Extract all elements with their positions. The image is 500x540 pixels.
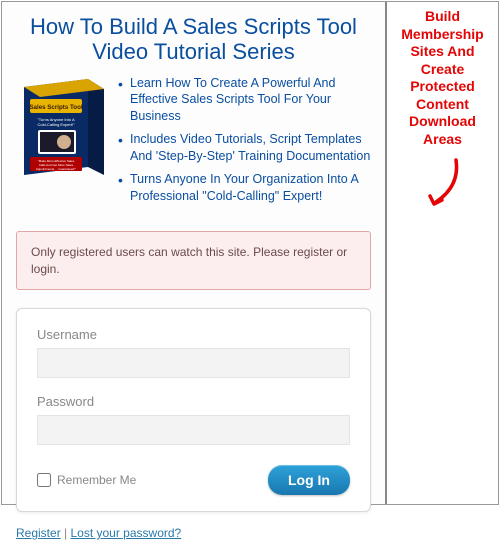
footer-links: Register | Lost your password? [16,526,371,540]
page-title: How To Build A Sales Scripts Tool Video … [16,14,371,65]
title-line-1: How To Build A Sales Scripts Tool [30,14,357,39]
login-form: Username Password Remember Me Log In [16,308,371,512]
annotation-panel: Build Membership Sites And Create Protec… [387,2,498,504]
bullet-item: Learn How To Create A Powerful And Effec… [118,75,371,126]
password-label: Password [37,394,350,409]
login-row: Remember Me Log In [37,465,350,495]
title-line-2: Video Tutorial Series [92,39,295,64]
arrow-icon [391,156,494,216]
product-box-image: Sales Scripts Tool "Turns Anyone Into A … [16,75,108,180]
username-input[interactable] [37,348,350,378]
callout-text: Build Membership Sites And Create Protec… [391,8,494,148]
lost-password-link[interactable]: Lost your password? [70,526,181,540]
feature-bullets: Learn How To Create A Powerful And Effec… [118,75,371,211]
password-input[interactable] [37,415,350,445]
bullet-item: Includes Video Tutorials, Script Templat… [118,131,371,165]
link-separator: | [61,526,71,540]
remember-me[interactable]: Remember Me [37,473,136,487]
register-link[interactable]: Register [16,526,61,540]
svg-text:Cold-Calling Expert!": Cold-Calling Expert!" [38,122,76,127]
login-button[interactable]: Log In [268,465,350,495]
remember-label: Remember Me [57,473,136,487]
remember-checkbox[interactable] [37,473,51,487]
svg-text:Appointments ... Guaranteed!": Appointments ... Guaranteed!" [36,167,76,171]
hero-row: Sales Scripts Tool "Turns Anyone Into A … [16,75,371,211]
username-label: Username [37,327,350,342]
access-notice: Only registered users can watch this sit… [16,231,371,291]
bullet-item: Turns Anyone In Your Organization Into A… [118,171,371,205]
svg-text:Sales Scripts Tool: Sales Scripts Tool [29,104,82,111]
page-wrapper: How To Build A Sales Scripts Tool Video … [1,1,499,505]
main-panel: How To Build A Sales Scripts Tool Video … [2,2,387,504]
